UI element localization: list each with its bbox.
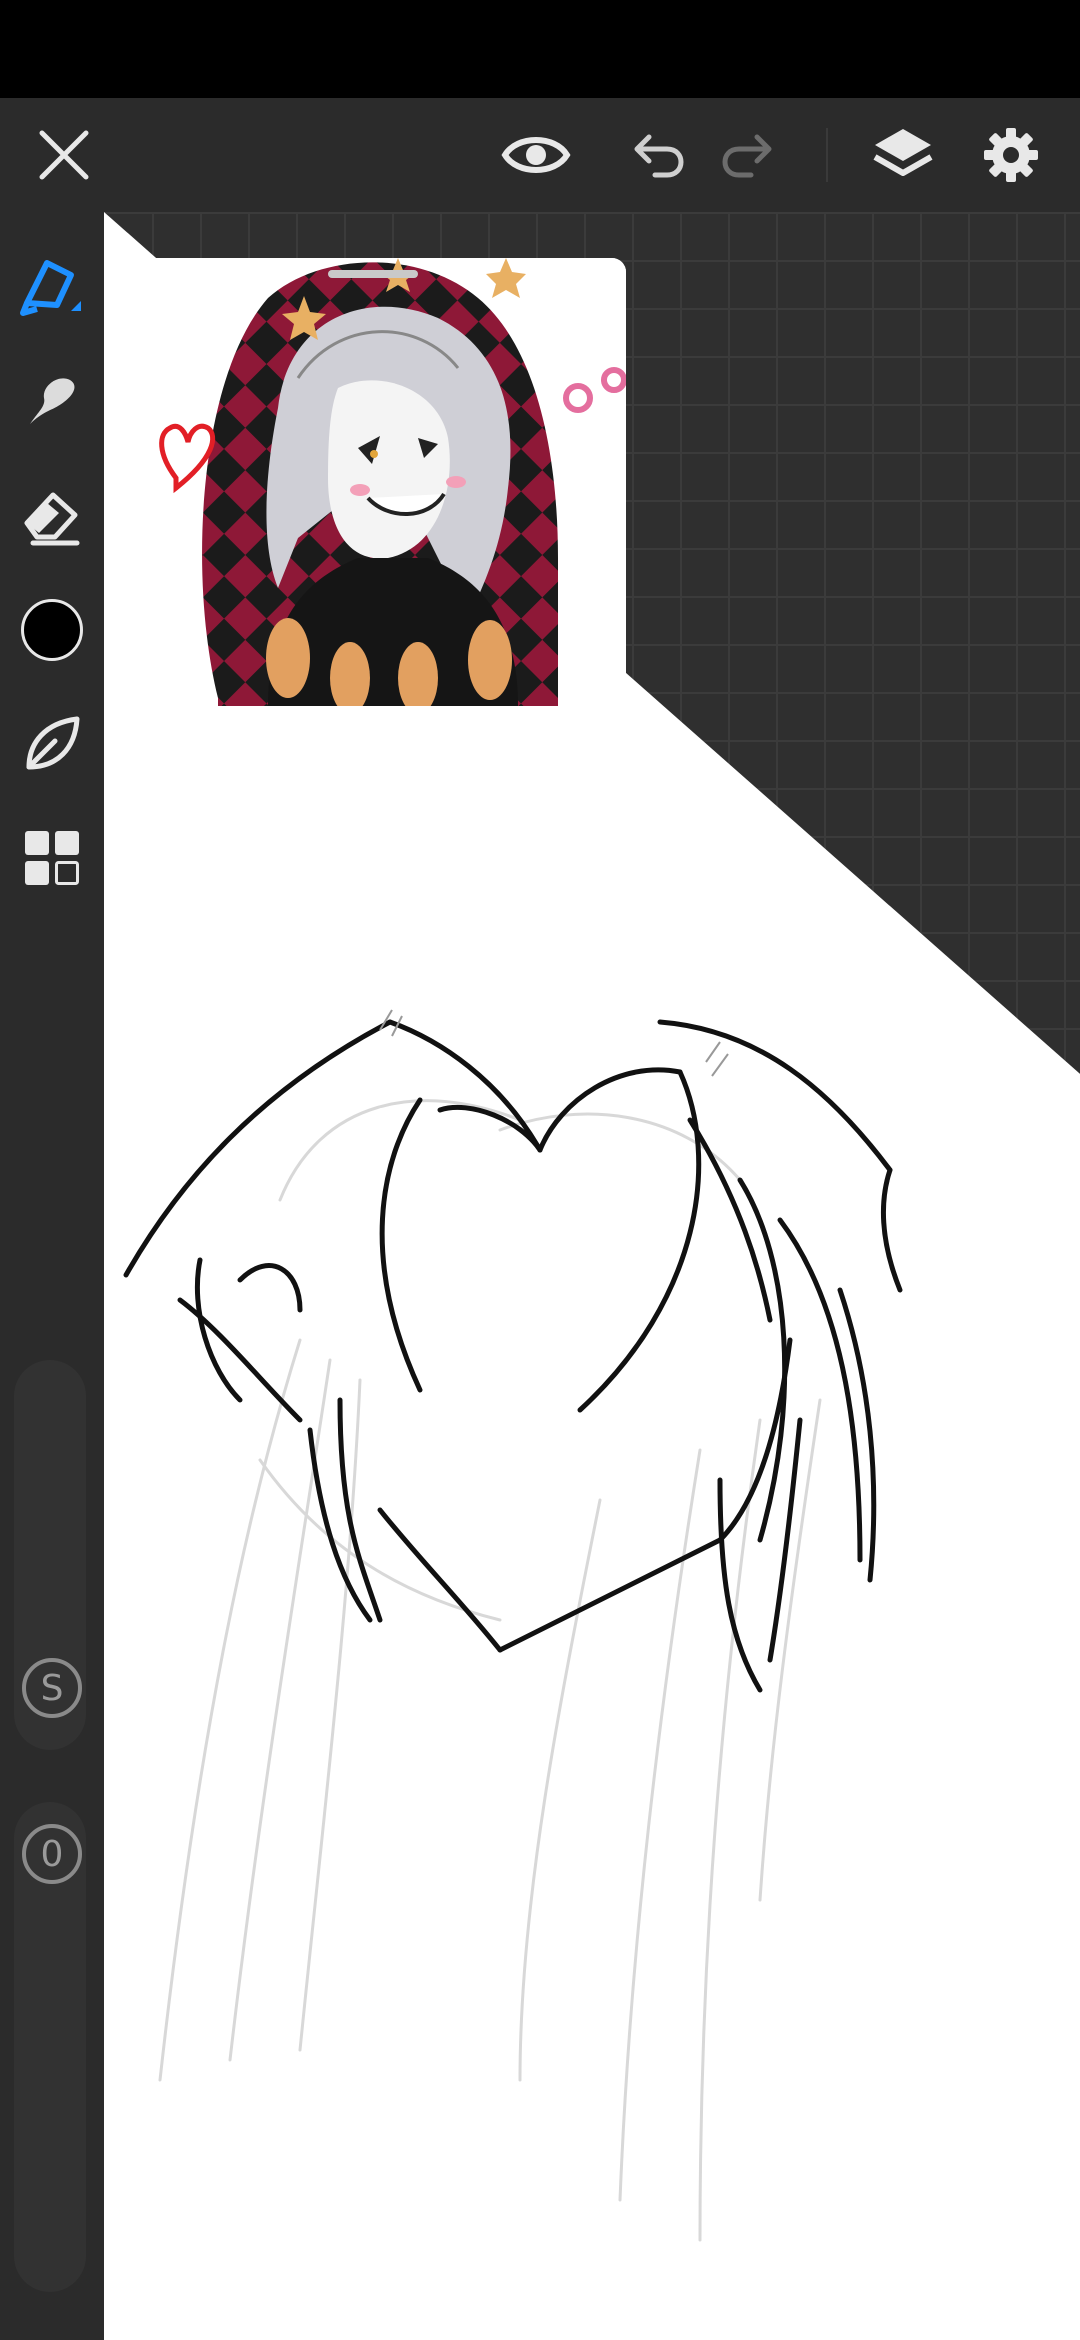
toolbar-divider [826,128,828,182]
reference-window[interactable] [118,258,626,706]
brush-size-indicator: S [0,1646,104,1730]
layers-icon [873,129,933,176]
pen-icon [20,260,81,316]
reference-drag-handle[interactable] [328,270,418,278]
reference-image [118,258,626,706]
leaf-icon [26,716,80,770]
opacity-label: 0 [22,1824,82,1884]
close-icon [39,130,89,180]
eye-icon [501,137,571,173]
undo-button[interactable] [616,98,694,212]
color-picker-button[interactable] [0,588,104,672]
top-toolbar [0,98,1080,212]
smudge-tool-button[interactable] [0,360,104,444]
layers-button[interactable] [858,98,948,212]
grid-icon [25,831,79,885]
eraser-tool-button[interactable] [0,474,104,558]
side-toolbar: S 0 [0,212,104,2340]
brush-library-button[interactable] [0,702,104,786]
size-label: S [22,1658,82,1718]
redo-icon [722,134,772,178]
preview-button[interactable] [494,98,578,212]
gear-icon [984,128,1038,182]
settings-button[interactable] [966,98,1056,212]
redo-button[interactable] [712,98,790,212]
more-tools-button[interactable] [0,816,104,900]
status-bar [0,0,1080,98]
smudge-icon [30,378,75,424]
undo-icon [634,134,684,178]
eraser-icon [24,492,80,546]
brush-opacity-indicator: 0 [0,1812,104,1896]
close-button[interactable] [20,98,108,212]
color-swatch [21,599,83,661]
pen-tool-button[interactable] [0,248,104,332]
